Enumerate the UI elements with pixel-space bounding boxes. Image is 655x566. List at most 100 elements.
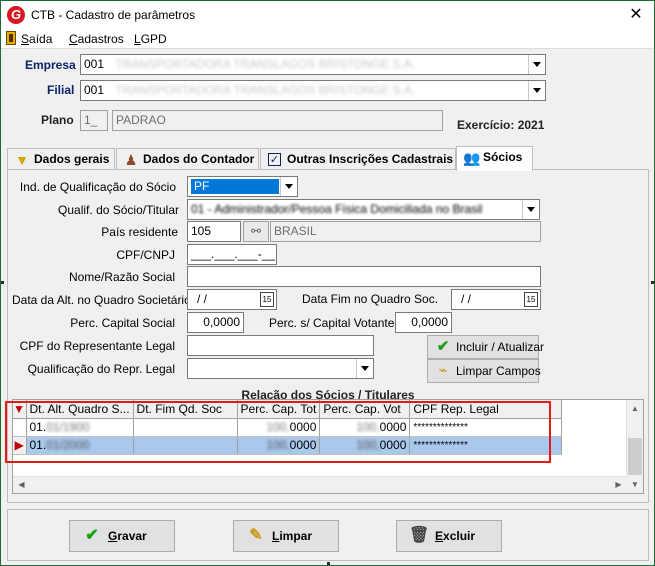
tab-dados-gerais[interactable]: ▼ Dados gerais <box>7 148 115 170</box>
calendar-icon[interactable]: 15 <box>524 292 538 307</box>
cell-dt-fim <box>133 436 238 455</box>
cell-perc-tot: 100,0000 <box>237 436 321 455</box>
row-indicator <box>13 418 27 437</box>
incluir-atualizar-button[interactable]: ✔ Incluir / Atualizar <box>427 335 544 359</box>
nome-input[interactable] <box>187 266 541 287</box>
cell-perc-vot: 100,0000 <box>319 418 411 437</box>
cpf-cnpj-input[interactable]: ___.___.___-__ <box>187 244 277 265</box>
limpar-button[interactable]: ✎ Limpar <box>233 520 339 552</box>
dt-fim-quadro-label: Data Fim no Quadro Soc. <box>302 292 439 306</box>
menu-saida[interactable]: Saída <box>21 32 52 46</box>
socios-grid: ▼ Dt. Alt. Quadro S... Dt. Fim Qd. Soc P… <box>12 399 644 494</box>
plano-name-field: PADRAO <box>112 110 443 131</box>
cell-cpf-rep: ************** <box>409 418 563 437</box>
calendar-icon[interactable]: 15 <box>260 292 274 307</box>
chevron-down-icon[interactable] <box>528 81 545 100</box>
scroll-right-icon[interactable]: ▶ <box>610 477 627 493</box>
gravar-button[interactable]: ✔ Gravar <box>69 520 175 552</box>
tab-outras-inscricoes[interactable]: ✓ Outras Inscrições Cadastrais <box>260 148 456 170</box>
exercicio-label: Exercício: 2021 <box>457 118 545 132</box>
tab-label: Dados do Contador <box>143 152 255 166</box>
plano-code-field: 1_ <box>80 110 108 131</box>
tab-strip: ▼ Dados gerais ♟ Dados do Contador ✓ Out… <box>7 146 647 171</box>
sort-indicator-icon[interactable]: ▼ <box>13 400 27 419</box>
tab-label: Dados gerais <box>34 152 110 166</box>
dt-alt-quadro-label: Data da Alt. no Quadro Societário <box>12 293 191 307</box>
current-row-arrow-icon: ▶ <box>13 436 27 455</box>
nome-label: Nome/Razão Social <box>68 270 175 284</box>
table-row[interactable]: ▶ 01.01/2000 100,0000 100,0000 *********… <box>13 436 563 455</box>
binoculars-search-icon[interactable]: ⚯ <box>243 221 269 242</box>
dt-fim-quadro-input[interactable]: / / 15 <box>451 289 541 310</box>
cell-perc-vot: 100,0000 <box>319 436 411 455</box>
chevron-down-icon[interactable] <box>280 177 297 196</box>
menu-bar: Saída Cadastros LGPD <box>1 29 654 49</box>
filial-select[interactable]: 001 TRANSPORTADORA TRANSLAGOS BRISTONGE … <box>80 80 546 101</box>
window-title: CTB - Cadastro de parâmetros <box>31 8 196 22</box>
checkmark-icon: ✔ <box>85 527 99 544</box>
ind-qualificacao-select[interactable]: PF <box>187 176 298 197</box>
title-bar[interactable]: G CTB - Cadastro de parâmetros ✕ <box>1 1 654 29</box>
limpar-campos-button[interactable]: ⌁ Limpar Campos <box>427 359 541 383</box>
exit-door-icon[interactable] <box>6 31 16 45</box>
dt-alt-quadro-input[interactable]: / / 15 <box>187 289 277 310</box>
cell-perc-tot: 100,0000 <box>237 418 321 437</box>
qualif-socio-select[interactable]: 01 - Administrador/Pessoa Física Domicil… <box>187 199 540 220</box>
grid-vertical-scrollbar[interactable]: ▲ ▼ <box>626 400 643 493</box>
tab-label: Sócios <box>483 150 523 164</box>
col-perc-vot[interactable]: Perc. Cap. Vot <box>319 400 411 419</box>
dt-alt-quadro-value: / / <box>197 292 208 306</box>
tab-dados-contador[interactable]: ♟ Dados do Contador <box>116 148 259 170</box>
empresa-select[interactable]: 001 TRANSPORTADORA TRANSLAGOS BRISTONGE … <box>80 54 546 75</box>
empresa-name: TRANSPORTADORA TRANSLAGOS BRISTONGE S.A. <box>115 57 416 71</box>
empresa-code: 001 <box>84 57 105 71</box>
col-dt-fim[interactable]: Dt. Fim Qd. Soc <box>133 400 238 419</box>
cell-dt-alt: 01.01/1900 <box>26 418 134 437</box>
resize-handle-bottom[interactable] <box>327 562 330 565</box>
excluir-button[interactable]: 🗑 Excluir <box>396 520 502 552</box>
scroll-down-icon[interactable]: ▼ <box>627 476 643 493</box>
broom-icon: ⌁ <box>438 362 448 379</box>
menu-lgpd[interactable]: LGPD <box>134 32 167 46</box>
funnel-icon: ▼ <box>15 152 29 168</box>
scroll-thumb[interactable] <box>628 438 642 475</box>
qual-rep-legal-label: Qualificação do Repr. Legal <box>27 362 175 376</box>
scroll-left-icon[interactable]: ◀ <box>13 477 30 493</box>
main-window: G CTB - Cadastro de parâmetros ✕ Saída C… <box>0 0 655 566</box>
chevron-down-icon[interactable] <box>356 359 373 378</box>
cpf-rep-legal-input[interactable] <box>187 335 374 356</box>
ind-qualificacao-value: PF <box>191 179 279 194</box>
cell-dt-fim <box>133 418 238 437</box>
table-row[interactable]: 01.01/1900 100,0000 100,0000 ***********… <box>13 418 563 437</box>
checkbox-icon: ✓ <box>268 153 281 166</box>
col-dt-alt[interactable]: Dt. Alt. Quadro S... <box>26 400 134 419</box>
cpf-cnpj-label: CPF/CNPJ <box>116 248 175 262</box>
chevron-down-icon[interactable] <box>522 200 539 219</box>
col-perc-tot[interactable]: Perc. Cap. Tot <box>237 400 321 419</box>
menu-cadastros[interactable]: Cadastros <box>69 32 124 46</box>
qual-rep-legal-select[interactable] <box>187 358 374 379</box>
scroll-up-icon[interactable]: ▲ <box>627 400 643 417</box>
close-button[interactable]: ✕ <box>626 5 646 25</box>
tab-socios[interactable]: 👥 Sócios <box>456 146 533 171</box>
grid-horizontal-scrollbar[interactable]: ◀ ▶ <box>13 476 627 493</box>
perc-votante-input[interactable]: 0,0000 <box>395 312 452 333</box>
chevron-down-icon[interactable] <box>528 55 545 74</box>
col-cpf-rep[interactable]: CPF Rep. Legal <box>409 400 563 419</box>
qualif-socio-label: Qualif. do Sócio/Titular <box>58 203 179 217</box>
app-logo-icon: G <box>7 6 25 24</box>
pais-code-input[interactable]: 105 <box>187 221 241 242</box>
limpar-campos-label: Limpar Campos <box>456 364 541 378</box>
plano-label: Plano <box>41 113 74 127</box>
pais-label: País residente <box>101 225 178 239</box>
eraser-icon: ✎ <box>249 527 263 544</box>
pais-name-field: BRASIL <box>270 221 541 242</box>
perc-capital-input[interactable]: 0,0000 <box>187 312 244 333</box>
perc-capital-label: Perc. Capital Social <box>70 316 175 330</box>
resize-handle-right[interactable] <box>651 281 654 284</box>
socios-table: ▼ Dt. Alt. Quadro S... Dt. Fim Qd. Soc P… <box>13 400 563 455</box>
resize-handle-left[interactable] <box>1 281 4 284</box>
empresa-label: Empresa <box>25 58 76 72</box>
filial-code: 001 <box>84 83 105 97</box>
qualif-socio-value: 01 - Administrador/Pessoa Física Domicil… <box>191 202 483 216</box>
